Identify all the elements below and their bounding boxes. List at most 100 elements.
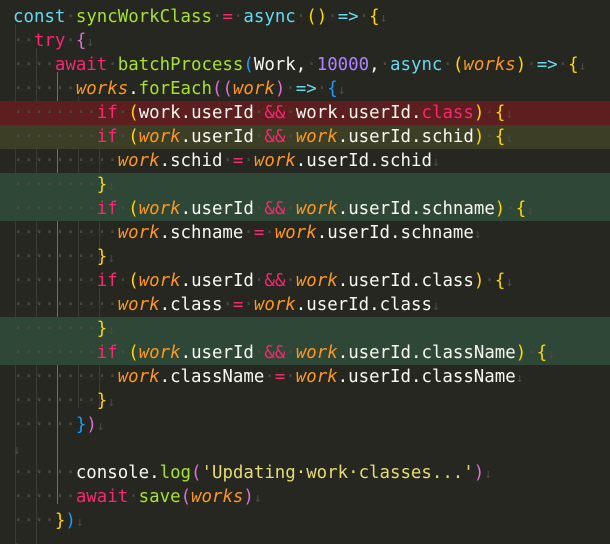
code-token: ,: [369, 55, 380, 75]
code-token: userId: [348, 343, 412, 363]
code-line[interactable]: ········if·(work.userId·&&·work.userId.s…: [0, 125, 610, 149]
code-token: =: [232, 151, 244, 171]
code-line[interactable]: ········}↓: [0, 389, 610, 413]
eol-marker: ↓: [431, 299, 440, 314]
eol-marker: ↓: [107, 323, 116, 338]
code-line[interactable]: ····await·batchProcess(Work,·10000,·asyn…: [0, 53, 610, 77]
code-line[interactable]: ··········work.class·=·work.userId.class…: [0, 293, 610, 317]
code-line[interactable]: ··········work.className·=·work.userId.c…: [0, 365, 610, 389]
code-token: {: [369, 7, 380, 27]
code-token: Work: [253, 55, 296, 75]
code-line[interactable]: ········}↓: [0, 317, 610, 341]
code-token: userId: [191, 127, 254, 147]
code-token: &&: [264, 199, 286, 219]
code-token: ········: [13, 391, 97, 411]
code-token: ·: [526, 55, 537, 75]
code-token: works: [191, 487, 244, 507]
code-token: await: [54, 55, 108, 75]
code-line[interactable]: ↓: [0, 533, 610, 544]
code-token: ): [274, 79, 286, 99]
code-token: ·: [285, 367, 296, 387]
code-token: (: [128, 199, 139, 219]
code-token: userId: [306, 295, 370, 315]
code-token: ·: [65, 31, 76, 51]
eol-marker: ↓: [337, 83, 346, 98]
code-token: ········: [13, 127, 97, 147]
code-line[interactable]: const·syncWorkClass·=·async·()·=>·{↓: [0, 5, 610, 29]
code-token: ·: [442, 55, 453, 75]
code-token: ········: [13, 103, 97, 123]
code-token: ,: [295, 55, 307, 75]
code-token: schname: [400, 223, 474, 243]
code-line[interactable]: ········if·(work.userId·&&·work.userId.c…: [0, 269, 610, 293]
code-token: (: [243, 55, 254, 75]
code-token: className: [421, 367, 516, 387]
code-token: .: [159, 151, 171, 171]
code-token: (): [306, 7, 328, 27]
code-token: work: [295, 367, 338, 387]
code-line[interactable]: ········if·(work.userId·&&·work.userId.s…: [0, 197, 610, 221]
code-line-text: ········}↓: [13, 389, 115, 413]
code-token: className: [170, 367, 265, 387]
code-line[interactable]: ······works.forEach((work)·=>·{↓: [0, 77, 610, 101]
code-token: try: [33, 31, 66, 51]
code-token: ·: [285, 79, 296, 99]
code-token: ·: [253, 199, 265, 219]
code-editor[interactable]: const·syncWorkClass·=·async·()·=>·{↓ ··tr…: [0, 0, 610, 544]
code-token: userId: [348, 271, 412, 291]
code-token: .: [295, 295, 307, 315]
code-line-text: ······console.log('Updating·work·classes…: [13, 461, 492, 485]
eol-marker: ↓: [107, 179, 116, 194]
code-token: &&: [264, 343, 286, 363]
code-token: log: [159, 463, 192, 483]
code-token: .: [411, 343, 422, 363]
code-token: }: [96, 391, 108, 411]
code-token: ·: [253, 343, 265, 363]
code-token: userId: [348, 367, 411, 387]
code-line[interactable]: ······})↓: [0, 413, 610, 437]
code-line[interactable]: ····})↓: [0, 509, 610, 533]
code-token: ·: [253, 127, 265, 147]
code-line[interactable]: ··try·{↓: [0, 29, 610, 53]
code-token: work: [253, 295, 296, 315]
code-line[interactable]: ········if·(work.userId·&&·work.userId.c…: [0, 341, 610, 365]
code-token: ·: [557, 55, 569, 75]
code-token: ·: [484, 271, 495, 291]
code-line[interactable]: ······await·save(works)↓: [0, 485, 610, 509]
code-line-text: ········if·(work.userId·&&·work.userId.c…: [13, 341, 555, 365]
code-token: .: [410, 367, 422, 387]
code-token: =: [274, 367, 286, 387]
code-token: {: [494, 103, 506, 123]
code-token: ··········: [13, 367, 118, 387]
code-token: .: [337, 367, 349, 387]
code-token: ····: [13, 511, 55, 531]
code-line[interactable]: ↓: [0, 437, 610, 461]
code-line[interactable]: ······console.log('Updating·work·classes…: [0, 461, 610, 485]
code-token: userId: [191, 343, 254, 363]
code-token: userId: [348, 103, 412, 123]
code-token: ·: [505, 199, 516, 219]
code-line[interactable]: ········}↓: [0, 245, 610, 269]
code-line[interactable]: ··········work.schname·=·work.userId.sch…: [0, 221, 610, 245]
code-token: .: [369, 151, 380, 171]
code-token: class: [421, 271, 474, 291]
code-token: .: [128, 79, 139, 99]
code-line-text: ↓: [13, 437, 21, 461]
code-token: className: [421, 343, 516, 363]
eol-marker: ↓: [515, 371, 524, 386]
code-token: ·: [285, 271, 296, 291]
code-line[interactable]: ········if·(work.userId·&&·work.userId.c…: [0, 101, 610, 125]
code-token: (: [452, 55, 464, 75]
code-line-text: ··········work.schname·=·work.userId.sch…: [13, 221, 482, 245]
code-token: work: [138, 127, 181, 147]
code-token: .: [295, 151, 307, 171]
code-line-text: ········if·(work.userId·&&·work.userId.s…: [13, 197, 534, 221]
code-token: work: [295, 103, 338, 123]
code-line[interactable]: ········}↓: [0, 173, 610, 197]
eol-marker: ↓: [431, 155, 440, 170]
code-line[interactable]: ··········work.schid·=·work.userId.schid…: [0, 149, 610, 173]
code-token: if: [96, 271, 118, 291]
code-token: =>: [536, 55, 558, 75]
code-token: .: [390, 223, 401, 243]
code-token: userId: [191, 199, 254, 219]
